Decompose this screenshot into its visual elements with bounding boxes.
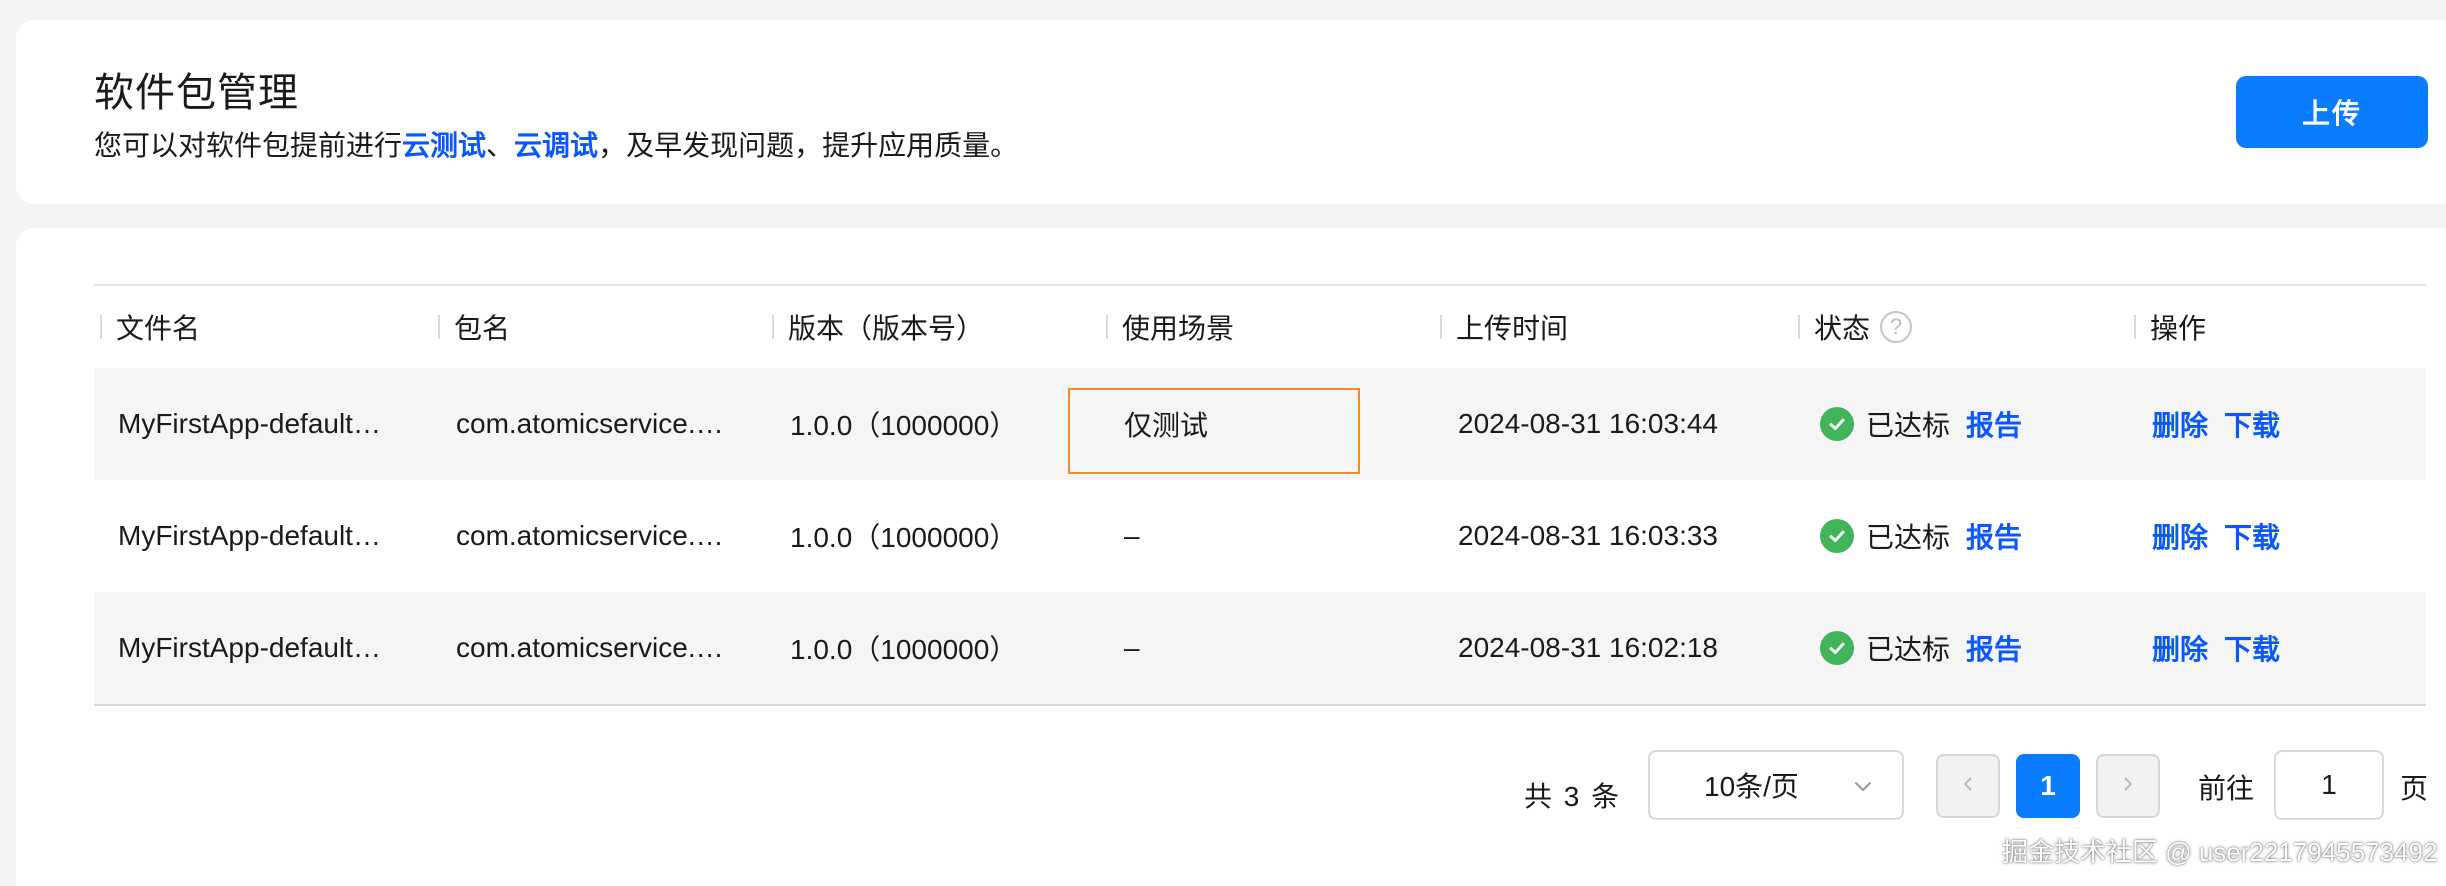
cell-version: 1.0.0（1000000） xyxy=(790,410,1018,441)
column-header-actions: 操作 xyxy=(2134,286,2206,368)
cell-status: 已达标 报告 xyxy=(1820,368,2120,480)
goto-page-input[interactable] xyxy=(2274,750,2384,820)
table-bottom-divider xyxy=(94,704,2426,706)
column-separator xyxy=(1440,315,1442,339)
next-page-button[interactable] xyxy=(2096,754,2160,818)
chevron-down-icon xyxy=(1852,772,1874,804)
column-separator xyxy=(438,315,440,339)
column-header-upload-time-label: 上传时间 xyxy=(1456,313,1569,344)
column-header-version-label: 版本（版本号） xyxy=(788,313,985,344)
desc-suffix: ，及早发现问题，提升应用质量。 xyxy=(598,130,1019,161)
cell-upload-time: 2024-08-31 16:03:33 xyxy=(1458,520,1718,551)
help-circle-icon[interactable]: ? xyxy=(1880,311,1913,343)
download-link[interactable]: 下载 xyxy=(2224,628,2280,668)
column-header-package-label: 包名 xyxy=(454,313,511,344)
header-card xyxy=(16,20,2446,204)
desc-prefix: 您可以对软件包提前进行 xyxy=(94,130,403,161)
table-row: MyFirstApp-default… com.atomicservice.… … xyxy=(94,592,2426,704)
check-circle-icon xyxy=(1820,631,1854,665)
cell-filename: MyFirstApp-default… xyxy=(118,408,381,439)
status-text: 已达标 xyxy=(1866,634,1951,665)
prev-page-button[interactable] xyxy=(1936,754,2000,818)
download-link[interactable]: 下载 xyxy=(2224,516,2280,556)
cloud-test-link[interactable]: 云测试 xyxy=(402,130,486,161)
goto-label: 前往 xyxy=(2198,773,2255,804)
pagination-total: 共 3 条 xyxy=(1524,781,1622,812)
column-header-status-label: 状态 xyxy=(1814,313,1871,344)
cell-package: com.atomicservice.… xyxy=(456,632,724,663)
status-text: 已达标 xyxy=(1866,522,1951,553)
column-header-actions-label: 操作 xyxy=(2150,313,2207,344)
cell-status: 已达标 报告 xyxy=(1820,480,2120,592)
cell-upload-time: 2024-08-31 16:03:44 xyxy=(1458,408,1718,439)
cell-actions: 删除 下载 xyxy=(2152,480,2412,592)
column-header-upload-time: 上传时间 xyxy=(1440,286,1568,368)
cell-filename: MyFirstApp-default… xyxy=(118,520,381,551)
column-separator xyxy=(1798,315,1800,339)
column-header-package: 包名 xyxy=(438,286,510,368)
download-link[interactable]: 下载 xyxy=(2224,404,2280,444)
column-separator xyxy=(2134,315,2136,339)
page-title: 软件包管理 xyxy=(94,71,299,115)
watermark: 掘金技术社区 @ user2217945573492 xyxy=(2002,836,2438,867)
column-header-filename: 文件名 xyxy=(100,286,200,368)
page-unit-label: 页 xyxy=(2400,773,2429,804)
column-header-scene-label: 使用场景 xyxy=(1122,313,1235,344)
delete-link[interactable]: 删除 xyxy=(2152,516,2208,556)
column-header-version: 版本（版本号） xyxy=(772,286,984,368)
desc-separator: 、 xyxy=(486,130,515,161)
delete-link[interactable]: 删除 xyxy=(2152,628,2208,668)
upload-button[interactable]: 上传 xyxy=(2236,76,2428,148)
status-text: 已达标 xyxy=(1866,410,1951,441)
cloud-debug-link[interactable]: 云调试 xyxy=(514,130,598,161)
table-header: 文件名 包名 版本（版本号） 使用场景 上传时间 状态 ? 操作 xyxy=(94,286,2426,368)
cell-filename: MyFirstApp-default… xyxy=(118,632,381,663)
column-header-scene: 使用场景 xyxy=(1106,286,1234,368)
cell-status: 已达标 报告 xyxy=(1820,592,2120,704)
cell-package: com.atomicservice.… xyxy=(456,520,724,551)
check-circle-icon xyxy=(1820,407,1854,441)
page-description: 您可以对软件包提前进行云测试、云调试，及早发现问题，提升应用质量。 xyxy=(94,124,1018,164)
table-row: MyFirstApp-default… com.atomicservice.… … xyxy=(94,480,2426,592)
column-separator xyxy=(772,315,774,339)
column-header-filename-label: 文件名 xyxy=(116,313,201,344)
report-link[interactable]: 报告 xyxy=(1966,404,2022,444)
cell-version: 1.0.0（1000000） xyxy=(790,522,1018,553)
scene-highlight-box xyxy=(1068,388,1360,474)
column-separator xyxy=(1106,315,1108,339)
cell-scene: – xyxy=(1124,632,1140,663)
cell-version: 1.0.0（1000000） xyxy=(790,634,1018,665)
package-management-page: 软件包管理 您可以对软件包提前进行云测试、云调试，及早发现问题，提升应用质量。 … xyxy=(0,0,2446,886)
cell-actions: 删除 下载 xyxy=(2152,592,2412,704)
cell-scene: – xyxy=(1124,520,1140,551)
column-header-status: 状态 ? xyxy=(1798,286,1913,368)
chevron-right-icon xyxy=(2119,775,2137,798)
chevron-left-icon xyxy=(1959,775,1977,798)
cell-actions: 删除 下载 xyxy=(2152,368,2412,480)
report-link[interactable]: 报告 xyxy=(1966,516,2022,556)
report-link[interactable]: 报告 xyxy=(1966,628,2022,668)
cell-package: com.atomicservice.… xyxy=(456,408,724,439)
column-separator xyxy=(100,315,102,339)
page-size-select[interactable]: 10条/页 xyxy=(1648,750,1904,820)
page-number-current[interactable]: 1 xyxy=(2016,754,2080,818)
page-size-value: 10条/页 xyxy=(1704,771,1799,802)
delete-link[interactable]: 删除 xyxy=(2152,404,2208,444)
check-circle-icon xyxy=(1820,519,1854,553)
cell-upload-time: 2024-08-31 16:02:18 xyxy=(1458,632,1718,663)
